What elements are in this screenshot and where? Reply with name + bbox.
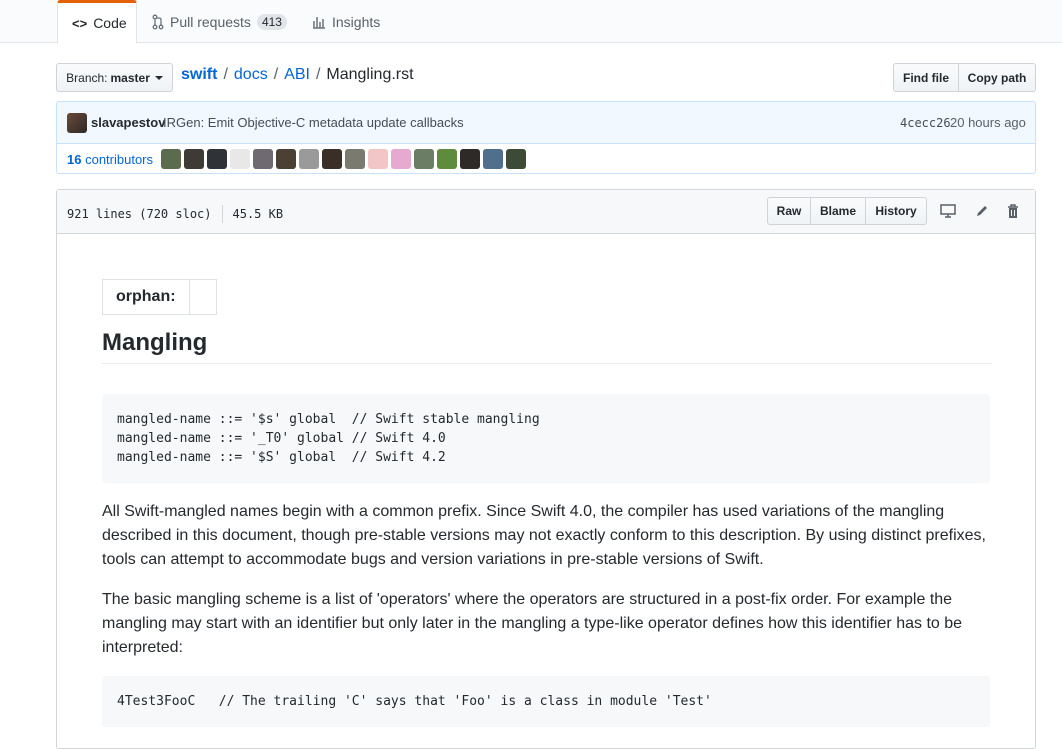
contributor-avatar[interactable] [483,149,503,169]
code-block: 4Test3FooC // The trailing 'C' says that… [102,676,990,727]
breadcrumb-separator: / [273,66,279,83]
caret-down-icon [154,75,163,80]
tab-insights[interactable]: Insights [312,0,380,43]
tab-pull-requests-label: Pull requests [170,13,251,30]
contributor-avatars [161,149,526,169]
contributor-avatar[interactable] [345,149,365,169]
tab-insights-label: Insights [332,13,381,30]
pull-requests-count: 413 [256,13,287,30]
breadcrumb-repo-link[interactable]: swift [181,66,217,84]
find-file-button[interactable]: Find file [893,63,959,92]
breadcrumb-separator: / [315,66,321,83]
contributors-link[interactable]: 16 contributors [67,152,153,167]
tab-code[interactable]: <> Code [57,0,137,44]
author-avatar[interactable] [67,113,87,133]
blame-button[interactable]: Blame [810,197,866,225]
field-value [190,280,216,314]
field-list: orphan: [102,279,217,315]
contributor-avatar[interactable] [184,149,204,169]
repo-nav: <> Code Pull requests 413 Insights [0,0,1062,44]
breadcrumb-current-file: Mangling.rst [326,66,414,83]
commit-message-link[interactable]: IRGen: Emit Objective-C metadata update … [163,115,464,130]
contributor-avatar[interactable] [437,149,457,169]
contributor-avatar[interactable] [161,149,181,169]
breadcrumb-abi-link[interactable]: ABI [284,66,310,84]
file-size: 45.5 KB [232,207,284,221]
field-name: orphan: [103,280,190,314]
pencil-icon[interactable] [972,201,992,221]
graph-icon [312,15,326,29]
contributor-avatar[interactable] [253,149,273,169]
branch-label: Branch: [66,70,108,85]
code-icon: <> [72,15,88,31]
raw-button[interactable]: Raw [767,197,811,225]
paragraph: All Swift-mangled names begin with a com… [102,503,986,568]
tab-code-label: Code [93,15,127,31]
contributor-avatar[interactable] [506,149,526,169]
file-info: 921 lines (720 sloc) 45.5 KB [67,205,283,223]
code-block: mangled-name ::= '$s' global // Swift st… [102,394,990,483]
contributor-avatar[interactable] [230,149,250,169]
contributors-bar: 16 contributors [56,143,1036,174]
file-info-divider [221,205,223,223]
breadcrumb: swift / docs / ABI / Mangling.rst [181,66,414,84]
contributors-count: 16 [67,152,82,167]
git-pull-request-icon [152,14,164,30]
document-heading: Mangling [102,329,992,364]
contributor-avatar[interactable] [299,149,319,169]
branch-select-button[interactable]: Branch: master [56,63,173,92]
file-line-count: 921 lines (720 sloc) [67,207,212,221]
breadcrumb-separator: / [223,66,228,83]
contributor-avatar[interactable] [322,149,342,169]
paragraph: The basic mangling scheme is a list of '… [102,591,963,656]
contributor-avatar[interactable] [460,149,480,169]
history-button[interactable]: History [865,197,927,225]
tab-pull-requests[interactable]: Pull requests 413 [152,0,287,43]
file-header: 921 lines (720 sloc) 45.5 KB Raw Blame H… [57,190,1035,234]
commit-age: 20 hours ago [950,115,1026,130]
copy-path-button[interactable]: Copy path [958,63,1036,92]
contributor-avatar[interactable] [276,149,296,169]
contributor-avatar[interactable] [391,149,411,169]
commit-sha-link[interactable]: 4cecc26 [900,116,951,130]
file-view: 921 lines (720 sloc) 45.5 KB Raw Blame H… [56,189,1036,749]
contributor-avatar[interactable] [414,149,434,169]
contributor-avatar[interactable] [368,149,388,169]
desktop-icon[interactable] [938,201,958,221]
commit-author-link[interactable]: slavapestov [91,115,165,130]
contributors-label: contributors [85,152,154,167]
branch-name: master [110,70,150,85]
breadcrumb-docs-link[interactable]: docs [234,66,268,84]
latest-commit: slavapestov IRGen: Emit Objective-C meta… [56,101,1036,144]
trash-icon[interactable] [1003,201,1023,221]
contributor-avatar[interactable] [207,149,227,169]
